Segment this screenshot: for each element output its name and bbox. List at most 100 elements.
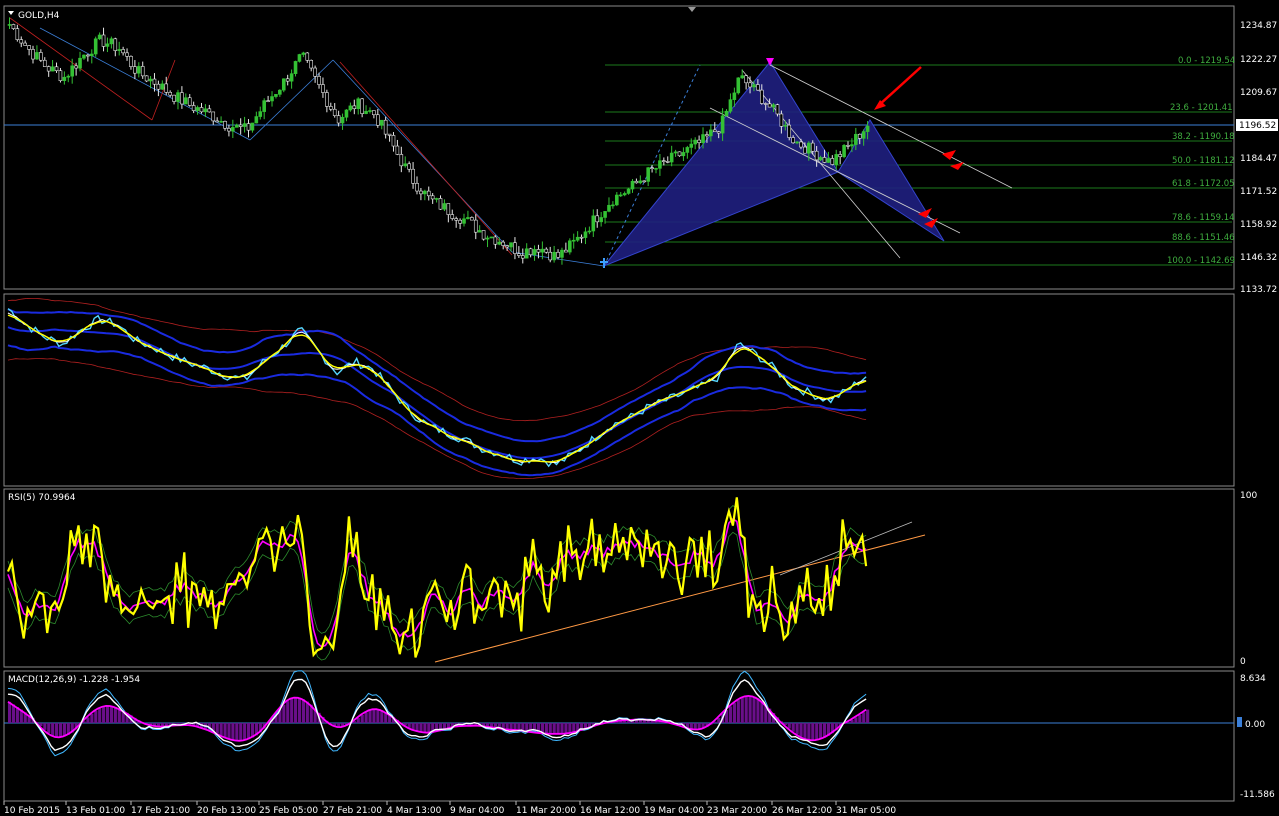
- macd-histogram-bar: [564, 723, 568, 734]
- candle: [638, 180, 643, 184]
- macd-histogram-bar: [740, 697, 744, 723]
- macd-histogram-bar: [568, 723, 572, 734]
- candle: [697, 139, 701, 144]
- macd-histogram-bar: [301, 699, 305, 723]
- candle: [485, 237, 490, 240]
- candle: [121, 49, 125, 54]
- zigzag-line: [339, 61, 513, 256]
- candle: [156, 83, 161, 90]
- macd-histogram-bar: [744, 696, 748, 723]
- candle: [720, 115, 725, 134]
- candle: [368, 110, 372, 112]
- macd-panel: [3, 670, 1235, 802]
- candle: [58, 70, 63, 81]
- candle: [140, 66, 145, 77]
- macd-histogram-bar: [105, 705, 110, 723]
- chart-canvas[interactable]: GOLD,H4 RSI(5) 70.9964 MACD(12,26,9) -1.…: [0, 0, 1279, 816]
- dropdown-icon[interactable]: [8, 11, 14, 15]
- macd-histogram-bar: [560, 723, 564, 734]
- macd-histogram-bar: [235, 723, 239, 741]
- macd-histogram-bar: [505, 723, 509, 730]
- candle: [854, 133, 858, 145]
- harmonic-pattern[interactable]: [600, 58, 945, 268]
- candle: [254, 116, 259, 124]
- candle: [317, 76, 321, 85]
- macd-marker: [1237, 717, 1242, 727]
- macd-histogram-bar: [517, 723, 521, 731]
- candle: [15, 28, 20, 40]
- price-y-axis: 1234.87 1222.27 1209.67 1184.47 1171.52 …: [1240, 21, 1277, 295]
- macd-histogram-bar: [866, 709, 870, 723]
- macd-axis: 8.634 0.00 -11.586: [1240, 674, 1275, 800]
- macd-histogram-bar: [509, 723, 513, 730]
- candle: [740, 75, 745, 79]
- candle: [662, 160, 666, 162]
- fib-label: 78.6 - 1159.14: [1172, 213, 1235, 223]
- candle: [865, 125, 870, 132]
- macd-histogram-bar: [8, 701, 12, 723]
- candle: [818, 157, 823, 161]
- candle: [223, 120, 227, 129]
- macd-histogram-bar: [98, 708, 102, 723]
- candle: [285, 78, 290, 82]
- rsi-y-tick: 100: [1240, 491, 1257, 501]
- candle: [203, 108, 208, 113]
- candle: [231, 127, 235, 132]
- candle: [415, 183, 419, 192]
- candle: [372, 110, 376, 116]
- fib-label: 88.6 - 1151.46: [1172, 233, 1235, 243]
- candle: [364, 110, 368, 114]
- candle: [838, 154, 842, 158]
- candle: [473, 219, 478, 233]
- bands-indicator: [7, 297, 867, 480]
- candle: [321, 84, 325, 93]
- macd-histogram-bar: [415, 723, 419, 731]
- scroll-marker-icon[interactable]: [688, 7, 696, 12]
- candle: [724, 110, 729, 117]
- candle: [191, 105, 196, 111]
- candle: [693, 139, 697, 145]
- fib-label: 38.2 - 1190.18: [1172, 132, 1235, 142]
- candle: [567, 240, 572, 253]
- macd-histogram-bar: [51, 723, 55, 736]
- macd-histogram-bar: [364, 712, 368, 723]
- macd-histogram-bar: [223, 723, 227, 738]
- x-tick-label: 31 Mar 05:00: [836, 806, 896, 816]
- candle: [227, 128, 231, 132]
- candle: [618, 194, 623, 197]
- x-axis: 10 Feb 2015 13 Feb 01:00 17 Feb 21:00 20 Fe…: [3, 801, 896, 816]
- candle: [524, 248, 529, 259]
- macd-histogram-bar: [360, 714, 364, 723]
- candle: [779, 113, 784, 127]
- candle: [665, 161, 670, 163]
- macd-histogram-bar: [791, 723, 795, 732]
- candle: [677, 151, 682, 157]
- candle: [242, 123, 247, 127]
- candle: [258, 111, 263, 117]
- candle: [732, 92, 737, 100]
- x-tick-label: 4 Mar 13:00: [387, 806, 442, 816]
- macd-histogram-bar: [297, 697, 302, 723]
- candle: [689, 143, 694, 148]
- outer-band-upper: [7, 297, 867, 422]
- macd-histogram-bar: [736, 700, 740, 723]
- rsi-panel-title: RSI(5) 70.9964: [8, 493, 76, 503]
- candle: [528, 248, 533, 256]
- fib-label: 0.0 - 1219.54: [1178, 56, 1235, 66]
- x-tick-label: 25 Feb 05:00: [259, 806, 318, 816]
- candle: [274, 94, 278, 97]
- candle: [544, 248, 549, 253]
- candle: [423, 190, 427, 195]
- candle: [207, 108, 212, 113]
- candle: [407, 163, 411, 170]
- macd-histogram-bar: [113, 707, 117, 723]
- candle: [195, 107, 200, 111]
- candle: [344, 109, 349, 118]
- candle: [360, 98, 364, 114]
- candle: [336, 115, 341, 124]
- macd-histogram-bar: [102, 706, 106, 723]
- candle: [313, 67, 317, 77]
- macd-y-tick: 0.00: [1245, 720, 1265, 730]
- candle: [180, 92, 184, 105]
- candle: [234, 124, 239, 128]
